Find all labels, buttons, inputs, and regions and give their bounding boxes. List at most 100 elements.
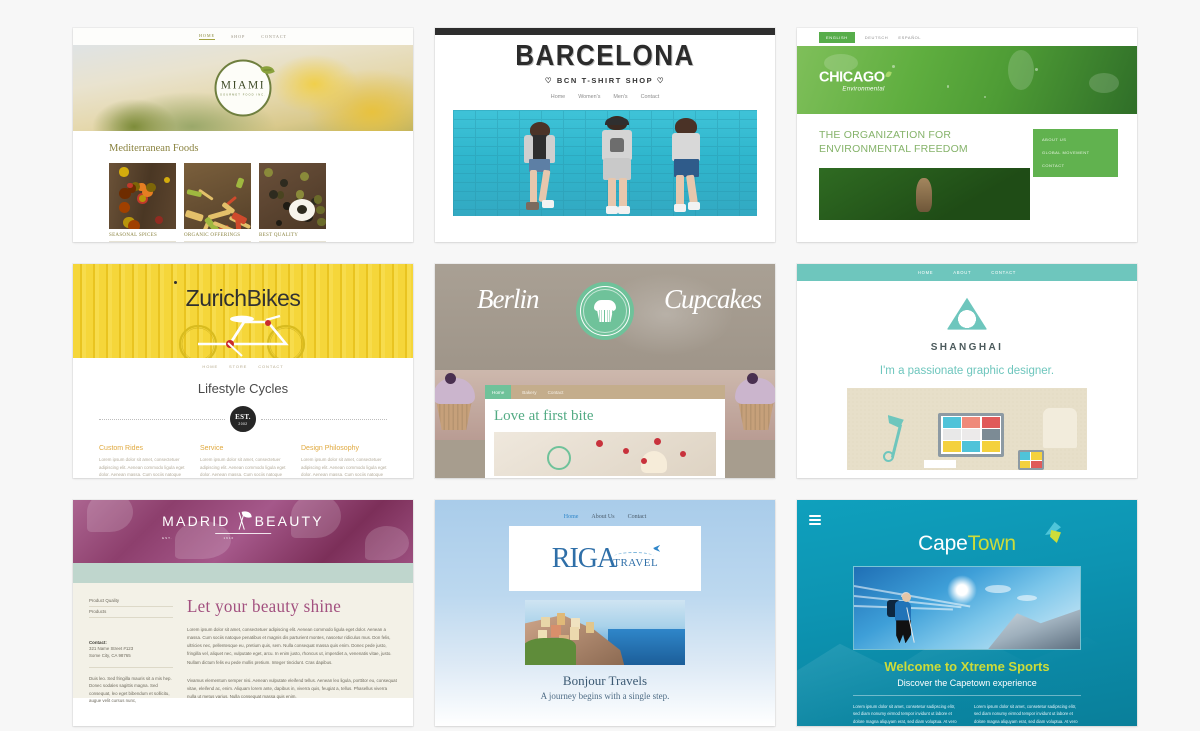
capetown-hero-photo [853,566,1081,650]
zurich-column: Design Philosophy Lorem ipsum dolor sit … [301,445,387,478]
zurich-divider: EST. 2002 [73,406,413,432]
berlin-nav-contact[interactable]: Contact [548,390,564,395]
keyboard-shape [924,460,956,468]
miami-nav-shop[interactable]: SHOP [231,34,245,39]
shanghai-nav-contact[interactable]: CONTACT [991,270,1016,275]
shanghai-nav-about[interactable]: ABOUT [953,270,971,275]
madrid-logo-left: MADRID [162,513,230,529]
madrid-contact-street: 321 Name Street #123 [89,645,173,652]
chicago-hero-image: CHICAGO Environmental [797,46,1137,114]
miami-card-caption: ORGANIC OFFERINGS [184,233,251,242]
hamburger-icon[interactable] [809,515,821,527]
spices-thumbnail [109,163,176,229]
model-left [520,122,562,216]
template-card-riga[interactable]: Home About Us Contact RIGA TRAVEL Bonjou… [435,500,775,726]
miami-card-item[interactable]: BEST QUALITY Lorem ipsum dolor sit amet,… [259,163,326,242]
cupcake-icon [593,300,617,322]
riga-subheading: A journey begins with a single step. [435,691,775,701]
monitor-icon [938,413,1004,457]
shanghai-nav-home[interactable]: HOME [918,270,933,275]
template-card-barcelona[interactable]: BARCELONA ♡ BCN T-SHIRT SHOP ♡ Home Wome… [435,28,775,242]
riga-logo-panel: RIGA TRAVEL [509,526,701,591]
riga-nav-contact[interactable]: Contact [628,514,647,520]
berlin-nav-bakery[interactable]: Bakery [522,390,536,395]
madrid-sidebar-products[interactable]: Products [89,607,173,618]
miami-logo-subtitle: GOURMET FOOD INC. [220,94,266,97]
template-card-miami[interactable]: HOME SHOP CONTACT MIAMI GOURMET FOOD INC… [73,28,413,242]
madrid-content: Product Quality Products Contact: 321 Na… [73,583,413,698]
chair-shape [1043,408,1077,448]
hiker-illustration [890,591,920,647]
riga-destination-photo [525,600,685,665]
template-card-chicago[interactable]: ENGLISH DEUTSCH ESPAÑOL CHICAGO Environm… [797,28,1137,242]
riga-logo-main: RIGA [552,546,616,571]
template-gallery-grid: HOME SHOP CONTACT MIAMI GOURMET FOOD INC… [0,0,1200,731]
chicago-menu-about[interactable]: ABOUT US [1042,137,1109,142]
zurich-nav-contact[interactable]: CONTACT [258,364,283,369]
capetown-heading: Welcome to Xtreme Sports [797,659,1137,674]
madrid-sidebar-text: Duis leo. Sed fringilla mauris sit a mis… [89,675,173,705]
berlin-logo-right: Cupcakes [664,284,761,315]
zurich-nav-home[interactable]: HOME [202,364,218,369]
template-card-zurich[interactable]: ZurichBikes HOME STORE CONTACT Lifestyle… [73,264,413,478]
leaf-icon [260,64,274,77]
riga-nav-about-us[interactable]: About Us [591,514,614,520]
madrid-paragraph-1: Lorem ipsum dolor sit amet, consectetuer… [187,626,397,667]
dotted-line-right [261,419,387,420]
chicago-lang-espanol[interactable]: ESPAÑOL [898,35,921,40]
miami-logo-name: MIAMI [221,80,265,92]
barcelona-nav-contact[interactable]: Contact [641,94,660,100]
template-card-capetown[interactable]: CapeTown Welcome to Xtreme Sports Discov… [797,500,1137,726]
chicago-menu-contact[interactable]: CONTACT [1042,163,1109,168]
berlin-page: Berlin Cupcakes Home Bakery Contact Love… [435,264,775,478]
chicago-heading: THE ORGANIZATION FOR ENVIRONMENTAL FREED… [797,114,1011,156]
miami-content: Mediterranean Foods SEASONAL SPICES Lore… [73,131,413,242]
miami-heading: Mediterranean Foods [109,143,377,154]
zurich-column-title: Custom Rides [99,445,185,452]
zurich-column-title: Design Philosophy [301,445,387,452]
zurich-navbar: HOME STORE CONTACT [73,358,413,369]
template-card-berlin[interactable]: Berlin Cupcakes Home Bakery Contact Love… [435,264,775,478]
berlin-content-panel: Home Bakery Contact Love at first bite [485,385,725,478]
barcelona-nav-mens[interactable]: Men's [613,94,627,100]
leaf-icon [885,71,892,78]
capetown-logo-second: Town [968,532,1016,555]
miami-card-list: SEASONAL SPICES Lorem ipsum dolor sit am… [109,163,377,242]
scissors-icon [236,512,250,530]
badge-est-label: EST. [235,413,251,421]
zurich-column: Service Lorem ipsum dolor sit amet, cons… [200,445,286,478]
shanghai-name: SHANGHAI [797,342,1137,353]
flight-path-arc [614,552,654,561]
zurich-nav-store[interactable]: STORE [229,364,247,369]
riga-logo: RIGA TRAVEL [552,546,658,571]
barcelona-title: BARCELONA [461,40,749,69]
barcelona-subtitle: ♡ BCN T-SHIRT SHOP ♡ [461,76,749,85]
capetown-subheading: Discover the Capetown experience [797,678,1137,688]
madrid-logo-right: BEAUTY [255,513,324,529]
chicago-lang-deutsch[interactable]: DEUTSCH [865,35,889,40]
template-card-shanghai[interactable]: HOME ABOUT CONTACT SHANGHAI I'm a passio… [797,264,1137,478]
barcelona-nav-home[interactable]: Home [551,94,565,100]
barcelona-nav-womens[interactable]: Women's [578,94,600,100]
berlin-nav-home[interactable]: Home [485,385,511,399]
miami-card-item[interactable]: ORGANIC OFFERINGS Lorem ipsum dolor sit … [184,163,251,242]
zurich-column-text: Lorem ipsum dolor sit amet, consectetuer… [200,456,286,478]
miami-card-item[interactable]: SEASONAL SPICES Lorem ipsum dolor sit am… [109,163,176,242]
template-card-madrid[interactable]: MADRID BEAUTY EST. 1910 HOME MAKE AN APP… [73,500,413,726]
miami-nav-contact[interactable]: CONTACT [261,34,287,39]
madrid-heading: Let your beauty shine [187,596,397,618]
chicago-menu-global-movement[interactable]: GLOBAL MOVEMENT [1042,150,1109,155]
zurich-column: Custom Rides Lorem ipsum dolor sit amet,… [99,445,185,478]
tablet-icon [1018,450,1044,470]
shanghai-navbar: HOME ABOUT CONTACT [797,264,1137,281]
chicago-menu-panel: ABOUT US GLOBAL MOVEMENT CONTACT [1033,129,1118,177]
chicago-lang-english[interactable]: ENGLISH [819,32,855,43]
miami-nav-home[interactable]: HOME [199,33,215,41]
madrid-sidebar-product-quality[interactable]: Product Quality [89,596,173,607]
riga-nav-home[interactable]: Home [564,514,579,520]
madrid-paragraph-2: Vivamus elementum semper nisi. Aenean vu… [187,677,397,701]
berlin-feature-image [494,432,716,476]
airplane-icon [653,545,660,552]
zurich-columns: Custom Rides Lorem ipsum dolor sit amet,… [73,432,413,478]
chicago-language-bar: ENGLISH DEUTSCH ESPAÑOL [797,28,1137,46]
